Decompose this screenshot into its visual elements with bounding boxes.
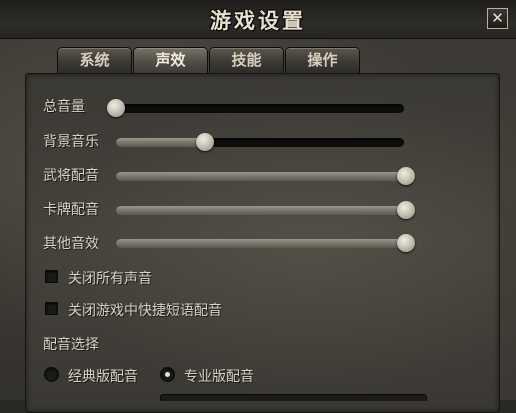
- slider-handle[interactable]: [397, 167, 415, 185]
- pro-voice-radio[interactable]: [160, 367, 175, 382]
- slider-fill: [116, 138, 206, 147]
- mute-all-checkbox[interactable]: [45, 270, 58, 283]
- slider-handle[interactable]: [107, 99, 125, 117]
- classic-voice-label: 经典版配音: [68, 369, 138, 385]
- slider-handle[interactable]: [397, 234, 415, 252]
- tab-label: 系统: [79, 51, 110, 69]
- slider-fill: [116, 239, 406, 248]
- settings-dialog: 游戏设置 ✕ 系统 声效 技能 操作 总音量 背景音乐 武将配音 卡牌配音 其他…: [0, 0, 516, 413]
- slider-fill: [116, 206, 406, 215]
- general-voice-label: 武将配音: [43, 168, 99, 184]
- tab-system[interactable]: 系统: [57, 47, 132, 73]
- background-music-label: 背景音乐: [43, 134, 99, 150]
- close-icon: ✕: [491, 9, 504, 27]
- tab-skills[interactable]: 技能: [209, 47, 284, 73]
- tab-label: 操作: [307, 51, 338, 69]
- tab-sound-effects[interactable]: 声效: [133, 47, 208, 73]
- voice-select-heading: 配音选择: [43, 337, 99, 353]
- other-effects-slider[interactable]: [116, 234, 415, 252]
- tab-label: 声效: [155, 51, 186, 69]
- mute-quick-phrase-checkbox[interactable]: [45, 302, 58, 315]
- mute-all-label: 关闭所有声音: [68, 271, 152, 287]
- master-volume-slider[interactable]: [107, 99, 404, 117]
- background-music-slider[interactable]: [116, 133, 404, 151]
- card-voice-label: 卡牌配音: [43, 202, 99, 218]
- slider-handle[interactable]: [397, 201, 415, 219]
- general-voice-slider[interactable]: [116, 167, 415, 185]
- tab-label: 技能: [231, 51, 262, 69]
- master-volume-label: 总音量: [43, 99, 85, 115]
- tab-controls[interactable]: 操作: [285, 47, 360, 73]
- classic-voice-radio[interactable]: [44, 367, 59, 382]
- title-bar: 游戏设置 ✕: [0, 0, 516, 39]
- dialog-title: 游戏设置: [210, 8, 306, 33]
- mute-quick-phrase-label: 关闭游戏中快捷短语配音: [68, 303, 222, 319]
- close-button[interactable]: ✕: [487, 8, 508, 29]
- pro-voice-label: 专业版配音: [184, 369, 254, 385]
- radio-selected-dot: [165, 372, 170, 377]
- other-effects-label: 其他音效: [43, 236, 99, 252]
- slider-fill: [116, 172, 406, 181]
- card-voice-slider[interactable]: [116, 201, 415, 219]
